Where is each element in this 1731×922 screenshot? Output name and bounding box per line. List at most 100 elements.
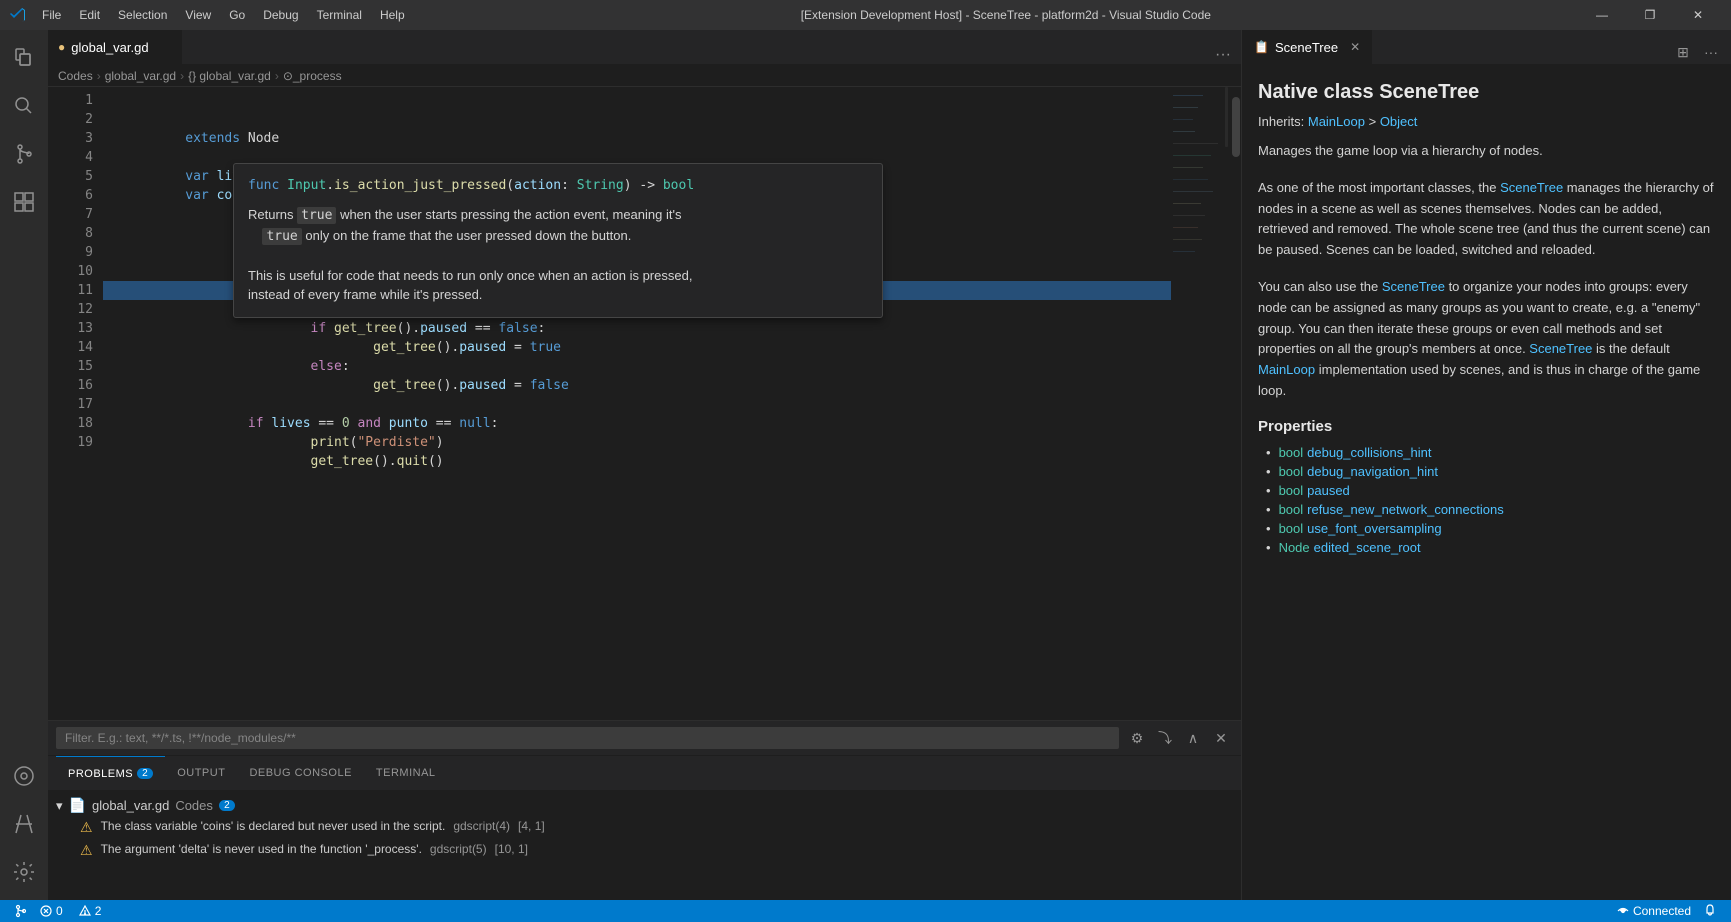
- status-error-count[interactable]: 0: [34, 900, 69, 922]
- inherits-mainloop-link[interactable]: MainLoop: [1308, 114, 1365, 129]
- menu-edit[interactable]: Edit: [71, 6, 108, 24]
- activity-testing[interactable]: [0, 804, 48, 852]
- menu-bar: File Edit Selection View Go Debug Termin…: [34, 6, 413, 24]
- status-warning-count[interactable]: 2: [73, 900, 108, 922]
- tab-global-var[interactable]: ● global_var.gd ✕: [48, 30, 182, 64]
- prop-name-1[interactable]: debug_navigation_hint: [1307, 464, 1438, 479]
- tab-file-icon: ●: [58, 40, 65, 54]
- scene-tree-link-1[interactable]: SceneTree: [1500, 180, 1563, 195]
- hover-code-true2: true: [262, 228, 301, 245]
- activity-source-control[interactable]: [0, 130, 48, 178]
- hover-tooltip: func Input.is_action_just_pressed(action…: [233, 163, 883, 318]
- tab-problems[interactable]: PROBLEMS 2: [56, 756, 165, 791]
- problem-row-1[interactable]: ⚠ The class variable 'coins' is declared…: [48, 816, 1241, 839]
- menu-selection[interactable]: Selection: [110, 6, 175, 24]
- panel-tab-close[interactable]: ✕: [1350, 40, 1360, 54]
- prop-name-3[interactable]: refuse_new_network_connections: [1307, 502, 1504, 517]
- menu-view[interactable]: View: [177, 6, 219, 24]
- code-line-2: extends Node: [103, 110, 1171, 129]
- inherits-sep: >: [1369, 114, 1380, 129]
- panel-tab-scenetree[interactable]: 📋 SceneTree ✕: [1242, 30, 1372, 64]
- inherits-object-link[interactable]: Object: [1380, 114, 1418, 129]
- activity-settings[interactable]: [0, 852, 48, 900]
- breadcrumb-function[interactable]: ⊙_process: [283, 69, 342, 83]
- status-bell[interactable]: [1697, 900, 1723, 922]
- prop-name-5[interactable]: edited_scene_root: [1314, 540, 1421, 555]
- breadcrumb-sep-3: ›: [275, 69, 279, 83]
- minimap: [1171, 87, 1231, 720]
- panel-split-button[interactable]: ⊞: [1671, 40, 1695, 64]
- prop-debug-navigation: bool debug_navigation_hint: [1258, 464, 1715, 479]
- menu-help[interactable]: Help: [372, 6, 413, 24]
- panel-collapse-button[interactable]: ∧: [1181, 726, 1205, 750]
- menu-debug[interactable]: Debug: [255, 6, 306, 24]
- doc-inherits: Inherits: MainLoop > Object: [1258, 114, 1715, 129]
- problem-location-1: [4, 1]: [518, 819, 545, 833]
- menu-file[interactable]: File: [34, 6, 69, 24]
- tab-output[interactable]: OUTPUT: [165, 756, 237, 791]
- hover-signature: func Input.is_action_just_pressed(action…: [248, 176, 868, 195]
- tab-debug-console[interactable]: DEBUG CONSOLE: [237, 756, 363, 791]
- status-connected[interactable]: Connected: [1611, 900, 1697, 922]
- scene-tree-link-2[interactable]: SceneTree: [1382, 279, 1445, 294]
- activity-search[interactable]: [0, 82, 48, 130]
- code-content[interactable]: extends Node var lives = 4 var coins = 0: [103, 87, 1171, 720]
- problem-source-2: gdscript(5): [430, 842, 487, 856]
- doc-long-desc-2: You can also use the SceneTree to organi…: [1258, 277, 1715, 402]
- hover-desc: Returns true when the user starts pressi…: [248, 205, 868, 305]
- panel-more-button[interactable]: ···: [1699, 40, 1723, 64]
- menu-go[interactable]: Go: [221, 6, 253, 24]
- problem-group-header[interactable]: ▾ 📄 global_var.gd Codes 2: [48, 795, 1241, 816]
- window-title: [Extension Development Host] - SceneTree…: [433, 8, 1579, 22]
- activity-extensions[interactable]: [0, 178, 48, 226]
- panel-tabs: 📋 SceneTree ✕ ⊞ ···: [1242, 30, 1731, 65]
- editor-scroll-thumb[interactable]: [1232, 97, 1240, 157]
- menu-terminal[interactable]: Terminal: [309, 6, 370, 24]
- editor-container: ● global_var.gd ✕ ··· Codes › global_var…: [48, 30, 1241, 900]
- problem-count-badge: 2: [219, 800, 235, 811]
- tab-debug-label: DEBUG CONSOLE: [249, 767, 351, 779]
- breadcrumb-codes[interactable]: Codes: [58, 69, 93, 83]
- filter-settings-button[interactable]: ⚙: [1125, 726, 1149, 750]
- tab-terminal-label: TERMINAL: [376, 767, 436, 779]
- warning-count: 2: [95, 904, 102, 918]
- prop-type-1: bool: [1279, 464, 1304, 479]
- tab-more-button[interactable]: ···: [1205, 46, 1241, 64]
- minimize-button[interactable]: —: [1579, 0, 1625, 30]
- prop-name-0[interactable]: debug_collisions_hint: [1307, 445, 1431, 460]
- tab-problems-label: PROBLEMS: [68, 768, 133, 780]
- inherits-label: Inherits:: [1258, 114, 1308, 129]
- tab-label: global_var.gd: [71, 40, 148, 55]
- editor-vscrollbar[interactable]: [1231, 87, 1241, 720]
- bottom-panel: ⚙ ⤵ ∧ ✕ PROBLEMS 2 OUTPUT DEBUG CONSOLE: [48, 720, 1241, 900]
- breadcrumb-file[interactable]: global_var.gd: [105, 69, 176, 83]
- close-button[interactable]: ✕: [1675, 0, 1721, 30]
- code-editor[interactable]: 1 2 3 4 5 6 7 8 9 10 11 12 13 14 15 16 1…: [48, 87, 1241, 720]
- problem-text-2: The argument 'delta' is never used in th…: [101, 842, 422, 856]
- panel-tab-icon: 📋: [1254, 40, 1269, 54]
- prop-name-4[interactable]: use_font_oversampling: [1307, 521, 1441, 536]
- panel-close-button[interactable]: ✕: [1209, 726, 1233, 750]
- tab-terminal[interactable]: TERMINAL: [364, 756, 448, 791]
- activity-run[interactable]: [0, 756, 48, 804]
- breadcrumb-namespace[interactable]: {} global_var.gd: [188, 69, 271, 83]
- problem-location-2: [10, 1]: [495, 842, 528, 856]
- panel-doc-content: Native class SceneTree Inherits: MainLoo…: [1242, 65, 1731, 900]
- maximize-button[interactable]: ❐: [1627, 0, 1673, 30]
- panel-actions: ⊞ ···: [1671, 40, 1731, 64]
- prop-name-2[interactable]: paused: [1307, 483, 1350, 498]
- status-bar: 0 2 Connected: [0, 900, 1731, 922]
- mainloop-link-2[interactable]: MainLoop: [1258, 362, 1315, 377]
- scene-tree-link-3[interactable]: SceneTree: [1529, 341, 1592, 356]
- bottom-tabs: PROBLEMS 2 OUTPUT DEBUG CONSOLE TERMINAL: [48, 756, 1241, 791]
- prop-type-0: bool: [1279, 445, 1304, 460]
- status-git[interactable]: [8, 900, 34, 922]
- problems-filter-input[interactable]: [56, 727, 1119, 749]
- filter-wrap-button[interactable]: ⤵: [1153, 726, 1177, 750]
- prop-debug-collisions: bool debug_collisions_hint: [1258, 445, 1715, 460]
- file-icon: 📄: [69, 797, 86, 814]
- filter-bar: ⚙ ⤵ ∧ ✕: [48, 721, 1241, 756]
- connected-label: Connected: [1633, 904, 1691, 918]
- problem-row-2[interactable]: ⚠ The argument 'delta' is never used in …: [48, 839, 1241, 862]
- activity-explorer[interactable]: [0, 34, 48, 82]
